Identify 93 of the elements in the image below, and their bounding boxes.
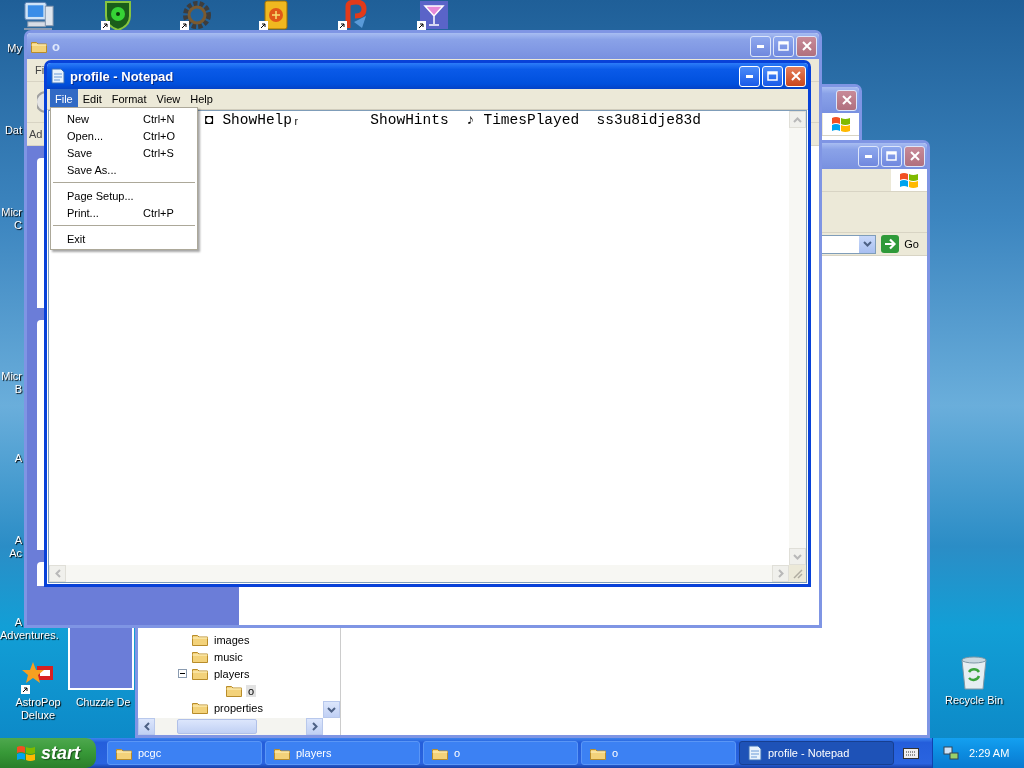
folder-icon	[274, 746, 290, 760]
arrow-right-icon	[881, 235, 900, 253]
gear-icon	[180, 0, 213, 30]
close-icon	[841, 95, 852, 105]
desktop-icon-label: Adventures.	[0, 629, 59, 642]
scroll-thumb[interactable]	[177, 719, 257, 734]
menu-option[interactable]: Open... Ctrl+O	[51, 127, 197, 144]
desktop-icon-label: Chuzzle De	[76, 696, 131, 709]
menu-option-label: New	[67, 112, 90, 125]
desktop-icon-label: A	[14, 452, 22, 465]
menu-option-label: Page Setup...	[67, 189, 135, 202]
scroll-left-button[interactable]	[138, 718, 155, 735]
window-title: o	[52, 38, 60, 54]
scroll-right-button[interactable]	[306, 718, 323, 735]
desktop-icon-label: Micr	[1, 370, 22, 383]
resize-grip-icon[interactable]	[789, 565, 806, 582]
windows-logo-icon	[899, 171, 919, 189]
chevron-left-icon	[143, 722, 150, 731]
desktop-icon-label: AstroPop	[15, 696, 61, 709]
menu-item[interactable]: View	[151, 89, 186, 109]
windows-logo-icon	[831, 115, 851, 133]
keyboard-shortcut: Ctrl+O	[143, 129, 176, 142]
menu-option-label: Save	[67, 146, 94, 159]
taskbar-button[interactable]: pcgc	[107, 741, 262, 765]
maximize-icon	[886, 151, 897, 161]
menu-option[interactable]: New Ctrl+N	[51, 110, 197, 127]
taskbar-button[interactable]: o	[423, 741, 578, 765]
close-icon	[909, 151, 920, 161]
menu-option-label: Print...	[67, 206, 100, 219]
folder-icon	[192, 650, 208, 663]
close-icon	[801, 41, 812, 51]
desktop-icon-label: Ac	[9, 547, 22, 560]
menu-item[interactable]: Edit	[77, 89, 107, 109]
menu-item[interactable]: File	[50, 89, 78, 109]
menu-option[interactable]: Exit	[51, 230, 197, 247]
network-icon[interactable]	[943, 745, 959, 761]
notepad-icon	[748, 745, 762, 761]
chevron-down-icon	[862, 241, 872, 247]
chevron-right-icon	[311, 722, 318, 731]
desktop-icon-label: Recycle Bin	[944, 694, 1004, 707]
folder-icon	[192, 701, 208, 714]
folder-icon	[31, 39, 47, 53]
desktop-icon-label: Dat	[4, 124, 22, 137]
start-button[interactable]: start	[0, 738, 96, 768]
maximize-icon	[767, 71, 778, 81]
clock: 2:29 AM	[969, 747, 1010, 759]
chevron-left-icon	[54, 569, 61, 578]
minimize-icon	[864, 154, 873, 158]
folder-icon	[590, 746, 606, 760]
keyboard-shortcut: Ctrl+N	[143, 112, 175, 125]
menu-option[interactable]: Save As...	[51, 161, 197, 178]
chevron-right-icon	[777, 569, 784, 578]
desktop-icon-label: B	[14, 383, 22, 396]
folder-icon	[226, 684, 242, 697]
folder-icon	[192, 667, 208, 680]
desktop-icon-label: C	[14, 219, 22, 232]
minimize-icon	[756, 44, 765, 48]
menu-option-label: Save As...	[67, 163, 118, 176]
menu-option-label: Open...	[67, 129, 105, 142]
keyboard-shortcut: Ctrl+S	[143, 146, 174, 159]
menu-item[interactable]: Help	[185, 89, 218, 109]
menu-item[interactable]: Format	[106, 89, 152, 109]
notepad-icon	[51, 68, 65, 84]
address-label: Ad	[29, 128, 43, 140]
menu-option[interactable]: Page Setup...	[51, 187, 197, 204]
desktop-icon-label: Deluxe	[20, 709, 56, 722]
minimize-icon	[745, 74, 754, 78]
folder-icon	[192, 633, 208, 646]
taskbar-button[interactable]: players	[265, 741, 420, 765]
maximize-icon	[778, 41, 789, 51]
folder-icon	[432, 746, 448, 760]
keyboard-icon[interactable]	[903, 747, 919, 759]
chevron-down-icon	[793, 553, 802, 560]
menu-option[interactable]: Print... Ctrl+P	[51, 204, 197, 221]
close-icon	[790, 71, 801, 81]
desktop-icon-label: Micr	[1, 206, 22, 219]
desktop-icon-label: A	[14, 616, 22, 629]
desktop-icon-label: A	[14, 534, 22, 547]
recycle-bin-icon	[959, 656, 989, 690]
dropdown-button[interactable]	[859, 235, 876, 253]
taskbar-button[interactable]: profile - Notepad	[739, 741, 894, 765]
chevron-down-icon	[327, 706, 336, 713]
menu-option-label: Exit	[67, 232, 87, 245]
menu-option[interactable]: Save Ctrl+S	[51, 144, 197, 161]
chevron-up-icon	[793, 116, 802, 123]
desktop-icon-label: My	[7, 42, 22, 55]
window-title: profile - Notepad	[70, 68, 174, 84]
keyboard-shortcut: Ctrl+P	[143, 206, 174, 219]
folder-icon	[116, 746, 132, 760]
taskbar-button[interactable]: o	[581, 741, 736, 765]
computer-icon	[22, 0, 55, 30]
text-line: ◘ ShowHelpᵣ ShowHints ♪ TimesPlayed ss3u8idje83d	[205, 112, 701, 128]
windows-logo-icon	[16, 744, 36, 762]
